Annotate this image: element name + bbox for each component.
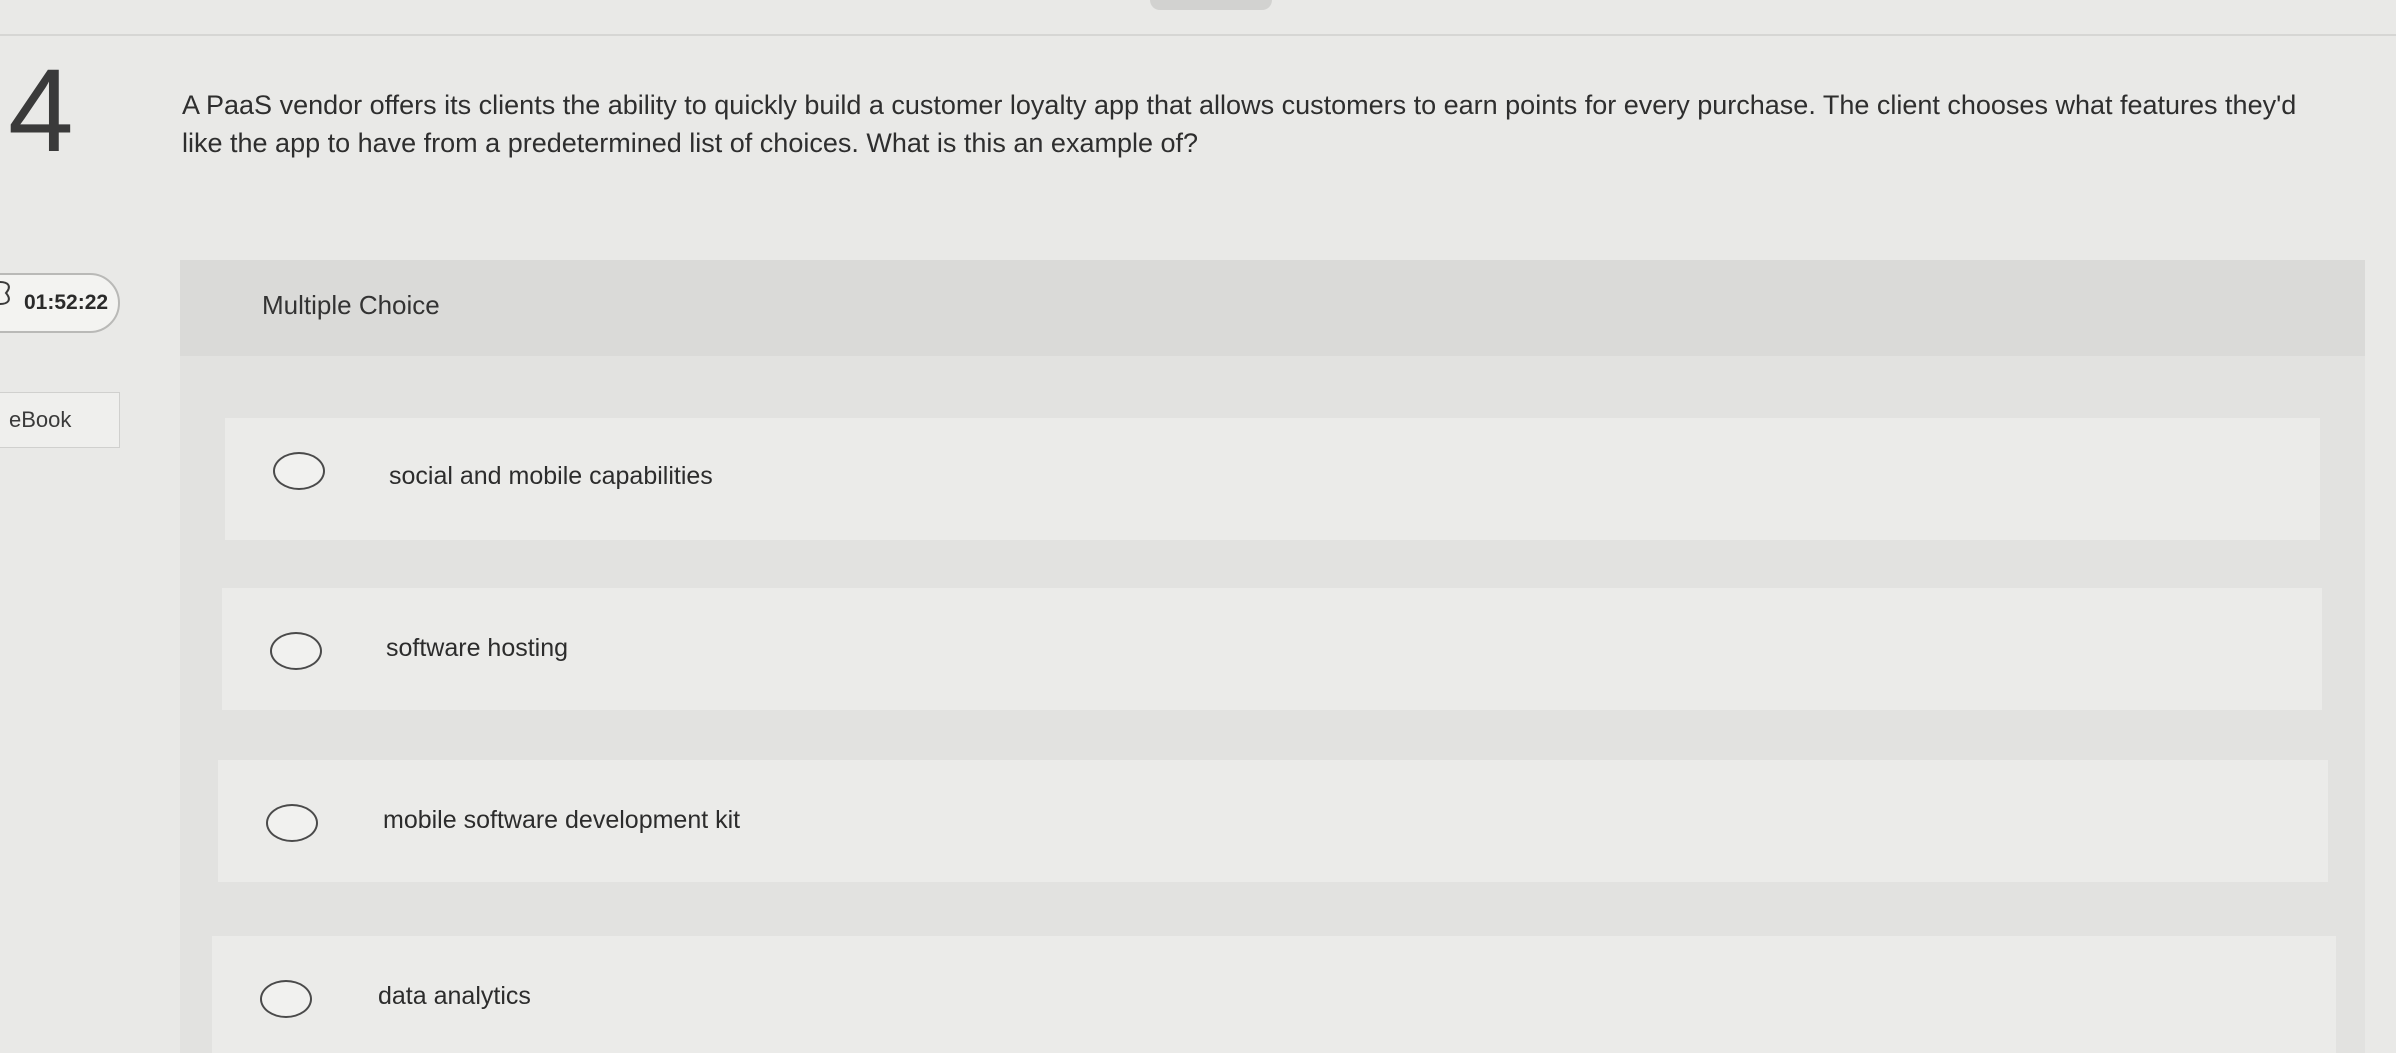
radio-button[interactable] [270, 632, 322, 670]
answer-option-label: social and mobile capabilities [389, 462, 713, 490]
answer-option[interactable]: social and mobile capabilities [225, 418, 2320, 540]
question-type-label: Multiple Choice [262, 290, 440, 320]
radio-button[interactable] [273, 452, 325, 490]
answer-panel-header: Multiple Choice [180, 260, 2365, 356]
timer-value: 01:52:22 [24, 291, 109, 314]
radio-button[interactable] [260, 980, 312, 1018]
question-number: 4 [8, 45, 74, 177]
hourglass-icon [0, 281, 10, 305]
answer-option[interactable]: data analytics [212, 936, 2336, 1053]
question-sidebar [0, 36, 135, 1053]
top-handle [1150, 0, 1272, 10]
header-divider [0, 34, 2396, 36]
question-prompt: A PaaS vendor offers its clients the abi… [182, 90, 2297, 158]
answer-option[interactable]: mobile software development kit [218, 760, 2328, 882]
answer-option[interactable]: software hosting [222, 588, 2322, 710]
timer-badge[interactable]: 01:52:22 [0, 273, 120, 333]
answer-option-label: software hosting [386, 634, 569, 662]
answer-option-label: mobile software development kit [383, 806, 741, 834]
radio-button[interactable] [266, 804, 318, 842]
ebook-label: eBook [9, 407, 72, 432]
answer-option-label: data analytics [378, 982, 531, 1010]
ebook-button[interactable]: eBook [0, 392, 120, 448]
